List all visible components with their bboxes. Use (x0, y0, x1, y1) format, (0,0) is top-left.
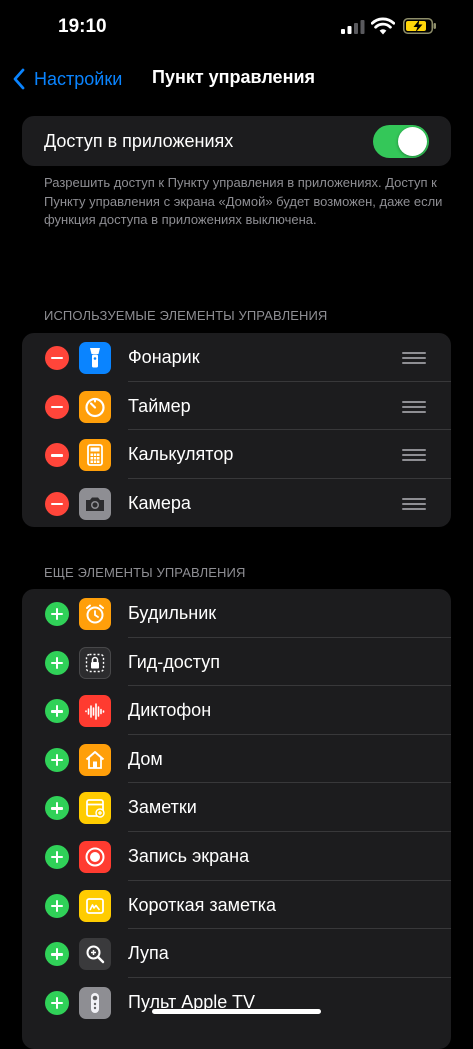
list-item-camera[interactable]: Камера (22, 479, 451, 528)
notes-icon (79, 792, 111, 825)
list-item-label: Будильник (128, 603, 217, 623)
home-icon (79, 743, 111, 776)
included-section-header: ИСПОЛЬЗУЕМЫЕ ЭЛЕМЕНТЫ УПРАВЛЕНИЯ (44, 308, 328, 323)
add-button[interactable] (45, 990, 69, 1015)
list-item-calculator[interactable]: Калькулятор (22, 430, 451, 479)
list-item-label: Таймер (128, 395, 191, 416)
voice-memos-icon (79, 695, 111, 728)
add-button[interactable] (45, 796, 69, 821)
list-item-label: Калькулятор (128, 444, 234, 465)
list-item-magnifier[interactable]: Лупа (22, 929, 451, 978)
back-button[interactable]: Настройки (12, 64, 122, 94)
access-footnote: Разрешить доступ к Пункту управления в п… (44, 175, 443, 227)
list-item-apple-tv-remote[interactable]: Пульт Apple TV (22, 978, 451, 1027)
magnifier-icon (79, 938, 111, 971)
back-label: Настройки (34, 68, 123, 89)
list-item-label: Диктофон (128, 700, 212, 721)
access-toggle-switch[interactable] (373, 125, 429, 158)
page-title: Пункт управления (152, 67, 316, 87)
remove-button[interactable] (45, 394, 69, 419)
battery-charging-icon (403, 18, 436, 34)
more-controls-list: Будильник Гид-доступ Диктофон Дом Заметк… (22, 589, 451, 1049)
add-button[interactable] (45, 699, 69, 724)
list-item-quick-note[interactable]: Короткая заметка (22, 881, 451, 930)
list-item-label: Дом (128, 748, 163, 769)
switch-knob (398, 127, 427, 156)
chevron-left-icon (13, 68, 25, 90)
access-toggle-group: Доступ в приложениях (22, 116, 451, 166)
list-item-label: Короткая заметка (128, 894, 276, 915)
flashlight-icon (79, 342, 111, 374)
add-button[interactable] (45, 747, 69, 772)
add-button[interactable] (45, 602, 69, 626)
add-button[interactable] (45, 650, 69, 675)
add-button[interactable] (45, 893, 69, 918)
remove-button[interactable] (45, 491, 69, 516)
reorder-handle[interactable] (402, 497, 426, 510)
quick-note-icon (79, 889, 111, 922)
reorder-handle[interactable] (402, 400, 426, 413)
camera-icon (79, 487, 111, 520)
status-bar: 19:10 (0, 0, 473, 56)
reorder-handle[interactable] (402, 352, 426, 364)
list-item-timer[interactable]: Таймер (22, 382, 451, 431)
more-section-header: ЕЩЕ ЭЛЕМЕНТЫ УПРАВЛЕНИЯ (44, 565, 246, 580)
access-toggle-label: Доступ в приложениях (44, 131, 234, 151)
wifi-icon (371, 17, 395, 35)
status-time: 19:10 (58, 16, 107, 37)
add-button[interactable] (45, 845, 69, 869)
list-item-label: Запись экрана (128, 846, 250, 866)
list-item-screen-recording[interactable]: Запись экрана (22, 832, 451, 881)
timer-icon (79, 390, 111, 423)
list-item-label: Гид-доступ (128, 651, 220, 672)
reorder-handle[interactable] (402, 449, 426, 462)
list-item-flashlight[interactable]: Фонарик (22, 333, 451, 382)
remove-button[interactable] (45, 443, 69, 468)
list-item-label: Камера (128, 492, 191, 513)
list-item-notes[interactable]: Заметки (22, 783, 451, 832)
included-controls-list: Фонарик Таймер Калькулятор Камера (22, 333, 451, 528)
add-button[interactable] (45, 942, 69, 967)
list-item-home[interactable]: Дом (22, 735, 451, 784)
cellular-signal-icon (341, 20, 365, 34)
list-item-guided-access[interactable]: Гид-доступ (22, 638, 451, 687)
remove-button[interactable] (45, 346, 69, 370)
home-indicator[interactable] (152, 1009, 321, 1014)
calculator-icon (79, 439, 111, 472)
list-item-alarm[interactable]: Будильник (22, 589, 451, 638)
list-item-voice-memos[interactable]: Диктофон (22, 686, 451, 735)
list-item-label: Заметки (128, 797, 197, 818)
navigation-bar: Настройки Пункт управления (0, 56, 473, 102)
apple-tv-remote-icon (79, 986, 111, 1019)
list-item-label: Фонарик (128, 347, 200, 367)
list-item-label: Лупа (128, 943, 169, 964)
alarm-icon (79, 598, 111, 630)
guided-access-icon (79, 646, 111, 679)
screen-recording-icon (79, 841, 111, 873)
